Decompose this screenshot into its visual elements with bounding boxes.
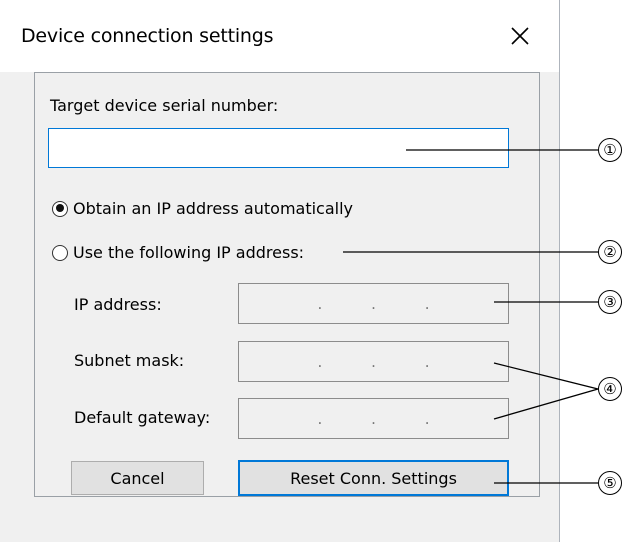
gateway-dot: . [317,409,323,428]
subnet-dot: . [424,352,430,371]
callout-number-2: ② [598,240,622,264]
subnet-mask-field[interactable]: . . . [238,341,509,382]
ip-address-field[interactable]: . . . [238,283,509,324]
radio-checked-icon[interactable] [52,200,68,217]
callout-number-4: ④ [598,377,622,401]
subnet-mask-label: Subnet mask: [74,351,185,370]
default-gateway-label: Default gateway: [74,408,211,427]
close-icon [511,27,529,45]
subnet-dot: . [371,352,376,371]
radio-obtain-ip-automatically[interactable]: Obtain an IP address automatically [52,199,353,218]
ip-dot: . [424,294,430,313]
ip-dot: . [371,294,376,313]
radio-use-following-ip[interactable]: Use the following IP address: [52,243,304,262]
serial-number-input[interactable] [48,128,509,168]
dialog-title: Device connection settings [21,25,274,47]
radio-unchecked-icon[interactable] [52,244,68,261]
callout-number-1: ① [598,138,622,162]
title-bar: Device connection settings [0,0,559,72]
cancel-button[interactable]: Cancel [71,461,204,495]
callout-number-5: ⑤ [598,471,622,495]
gateway-dot: . [424,409,430,428]
default-gateway-field[interactable]: . . . [238,398,509,439]
subnet-dot: . [317,352,323,371]
callout-number-3: ③ [598,290,622,314]
serial-number-label: Target device serial number: [50,96,279,115]
gateway-dot: . [371,409,376,428]
close-button[interactable] [497,18,543,54]
reset-conn-settings-button[interactable]: Reset Conn. Settings [238,460,509,496]
ip-dot: . [317,294,323,313]
device-connection-dialog: Device connection settings Target device… [0,0,560,542]
radio-manual-label: Use the following IP address: [73,243,305,262]
ip-address-label: IP address: [74,295,162,314]
radio-auto-label: Obtain an IP address automatically [73,199,354,218]
